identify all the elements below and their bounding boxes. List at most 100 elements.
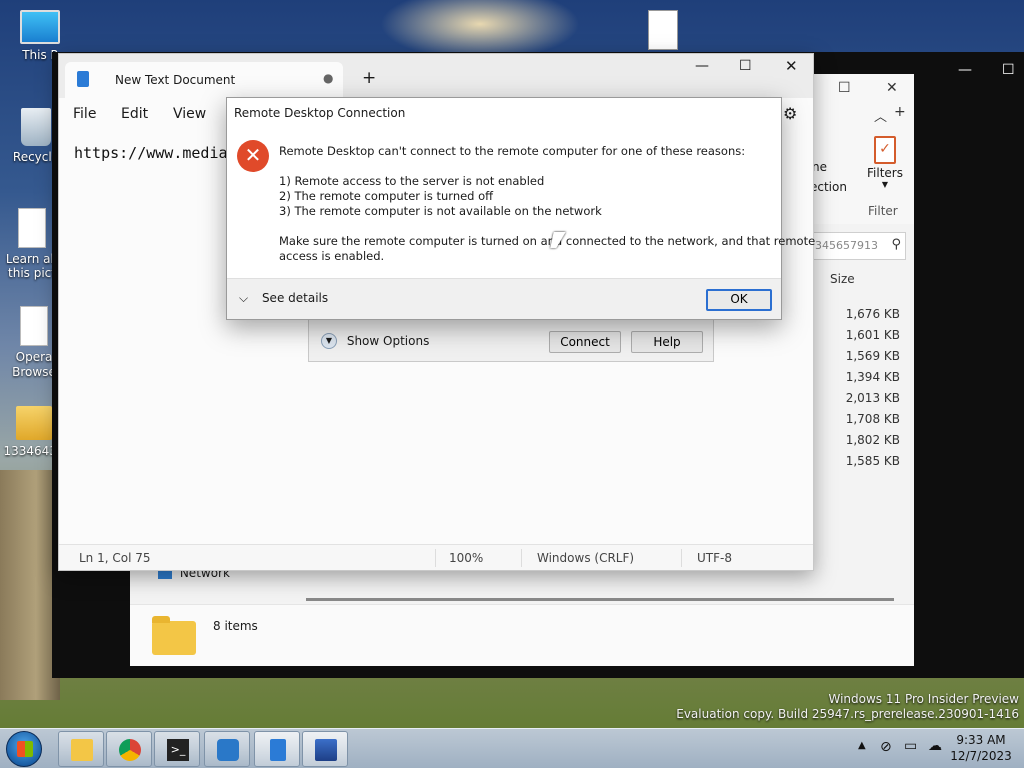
close-icon[interactable]: ✕: [886, 80, 898, 96]
chevron-down-icon: ▼: [321, 333, 337, 349]
size-cell: 2,013 KB: [845, 391, 900, 405]
ribbon-partial-label: ne: [812, 160, 827, 174]
recycle-bin-icon: [21, 108, 51, 146]
ok-button[interactable]: OK: [706, 289, 772, 311]
clock-time: 9:33 AM: [956, 733, 1006, 747]
horizontal-scrollbar[interactable]: [306, 598, 894, 601]
menu-view[interactable]: View: [173, 106, 206, 122]
show-options-button[interactable]: ▼ Show Options: [321, 333, 429, 349]
size-cell: 1,601 KB: [845, 328, 900, 342]
search-input[interactable]: 345657913 ⚲: [810, 232, 906, 260]
reason-item: 3) The remote computer is not available …: [279, 204, 602, 218]
desktop-icon-label: Learn ab this pict: [5, 252, 59, 280]
onedrive-icon[interactable]: ☁: [928, 738, 942, 754]
remote-desktop-icon: [315, 739, 337, 761]
wallpaper-castle: [0, 470, 60, 700]
unsaved-dot-icon[interactable]: ●: [323, 71, 333, 85]
maximize-icon[interactable]: ☐: [838, 80, 851, 96]
desktop-file-icon[interactable]: [648, 10, 678, 50]
clock-date: 12/7/2023: [950, 749, 1012, 763]
ribbon-group-label: Filter: [868, 204, 898, 218]
add-icon[interactable]: +: [894, 104, 906, 120]
desktop-icon-label: Opera Browse: [12, 350, 56, 379]
display-icon[interactable]: ▭: [904, 738, 917, 754]
zoom-level[interactable]: 100%: [449, 551, 483, 565]
menu-file[interactable]: File: [73, 106, 96, 122]
dialog-footer: ⌵ See details OK: [227, 278, 781, 319]
size-cell: 1,676 KB: [845, 307, 900, 321]
ribbon-partial-label: ection: [810, 180, 847, 194]
error-icon: ✕: [237, 140, 269, 172]
reason-item: 2) The remote computer is turned off: [279, 189, 494, 203]
dialog-title: Remote Desktop Connection: [227, 98, 781, 128]
wallpaper-light: [380, 0, 580, 60]
chevron-up-icon[interactable]: ︿: [874, 106, 887, 125]
taskbar: >_ ▲ ⊘ ▭ ☁ 9:33 AM 12/7/2023: [0, 728, 1024, 768]
folder-icon: [152, 616, 196, 655]
start-button[interactable]: [6, 731, 42, 767]
error-dialog: Remote Desktop Connection ✕ Remote Deskt…: [226, 97, 815, 320]
search-icon: ⚲: [891, 237, 901, 252]
filter-checklist-icon: ✓: [874, 136, 896, 164]
chevron-down-icon: ⌵: [239, 291, 249, 305]
taskbar-remote-desktop[interactable]: [302, 731, 348, 767]
clock[interactable]: 9:33 AM 12/7/2023: [944, 732, 1018, 764]
gear-icon[interactable]: ⚙: [783, 104, 797, 123]
close-icon[interactable]: ✕: [785, 57, 798, 75]
shortcut-document-icon: [20, 306, 48, 346]
action-center-icon[interactable]: ⊘: [880, 739, 892, 755]
taskbar-chrome[interactable]: [106, 731, 152, 767]
size-cell: 1,394 KB: [845, 370, 900, 384]
document-icon: [18, 208, 46, 248]
terminal-icon: >_: [167, 739, 189, 761]
minimize-icon[interactable]: —: [958, 62, 972, 78]
windows-logo-icon: [17, 741, 33, 757]
notepad-app-icon: [77, 71, 89, 87]
notepad-text-area[interactable]: https://www.mediafi: [74, 144, 246, 162]
taskbar-notepad[interactable]: [254, 731, 300, 767]
advice-text: access is enabled.: [279, 249, 385, 263]
line-endings[interactable]: Windows (CRLF): [537, 551, 634, 565]
cursor-position: Ln 1, Col 75: [79, 551, 151, 565]
reason-item: 1) Remote access to the server is not en…: [279, 174, 545, 188]
show-hidden-icons-icon[interactable]: ▲: [858, 740, 866, 751]
advice-text: Make sure the remote computer is turned …: [279, 234, 816, 248]
column-header-size[interactable]: Size: [830, 272, 906, 292]
notepad-tab-bar: New Text Document ● + — ☐ ✕: [59, 54, 813, 98]
puzzle-gear-icon: [217, 739, 239, 761]
dialog-body: ✕ Remote Desktop can't connect to the re…: [227, 128, 815, 278]
size-column: 1,676 KB 1,601 KB 1,569 KB 1,394 KB 2,01…: [830, 304, 900, 472]
taskbar-app[interactable]: [204, 731, 250, 767]
monitor-icon: [20, 10, 60, 44]
desktop-icon-opera[interactable]: Opera Browse: [10, 306, 58, 380]
add-tab-button[interactable]: +: [362, 68, 376, 88]
taskbar-file-explorer[interactable]: [58, 731, 104, 767]
items-count: 8 items: [213, 619, 258, 633]
encoding[interactable]: UTF-8: [697, 551, 732, 565]
size-cell: 1,585 KB: [845, 454, 900, 468]
help-button[interactable]: Help: [631, 331, 703, 353]
zip-folder-icon: [16, 406, 52, 440]
notepad-status-bar: Ln 1, Col 75 100% Windows (CRLF) UTF-8: [59, 544, 813, 570]
filters-button[interactable]: ✓ Filters ▼: [860, 132, 910, 194]
notepad-icon: [270, 739, 286, 761]
chevron-down-icon: ▼: [881, 180, 889, 189]
minimize-icon[interactable]: —: [695, 58, 709, 74]
connect-button[interactable]: Connect: [549, 331, 621, 353]
maximize-icon[interactable]: ☐: [739, 58, 752, 74]
chrome-icon: [119, 739, 141, 761]
explorer-status-bar: 8 items: [130, 604, 914, 666]
error-message: Remote Desktop can't connect to the remo…: [279, 144, 746, 158]
menu-edit[interactable]: Edit: [121, 106, 148, 122]
size-cell: 1,802 KB: [845, 433, 900, 447]
rdc-window: ▼ Show Options Connect Help: [308, 318, 714, 362]
tab-new-text-document[interactable]: New Text Document ●: [65, 62, 343, 98]
size-cell: 1,708 KB: [845, 412, 900, 426]
explorer-ribbon: ☐ ✕ ︿ + ne ection ✓ Filters ▼ Filter: [810, 74, 914, 224]
size-cell: 1,569 KB: [845, 349, 900, 363]
taskbar-terminal[interactable]: >_: [154, 731, 200, 767]
evaluation-watermark: Windows 11 Pro Insider Preview Evaluatio…: [676, 692, 1019, 721]
maximize-icon[interactable]: ☐: [1002, 62, 1015, 78]
see-details-toggle[interactable]: ⌵ See details: [239, 291, 328, 306]
folder-icon: [71, 739, 93, 761]
